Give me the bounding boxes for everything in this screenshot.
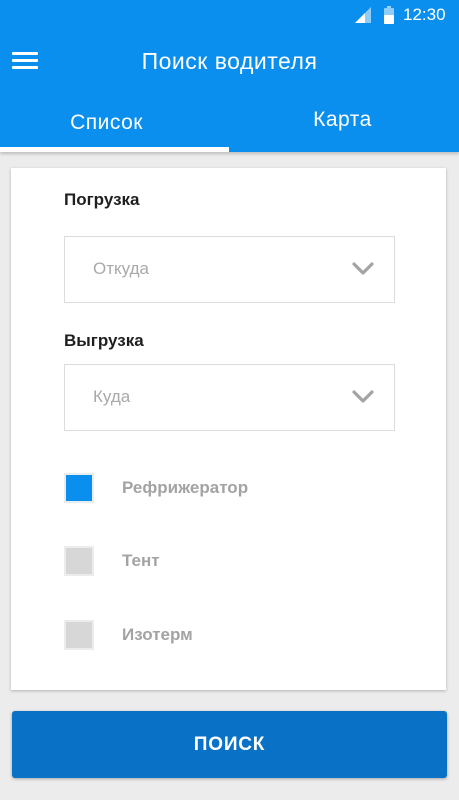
tent-checkbox[interactable] <box>64 546 94 576</box>
isotherm-label: Изотерм <box>122 625 193 644</box>
unloading-label: Выгрузка <box>64 331 144 350</box>
app-bar: Поиск водителя <box>0 30 459 94</box>
tent-label: Тент <box>122 551 160 570</box>
checkbox-row-tent[interactable]: Тент <box>64 546 364 578</box>
loading-select[interactable]: Откуда <box>64 236 395 303</box>
search-button[interactable]: ПОИСК <box>12 711 447 778</box>
tab-map-label: Карта <box>313 108 372 131</box>
search-button-label: ПОИСК <box>193 734 266 755</box>
chevron-down-icon <box>352 262 374 275</box>
loading-label: Погрузка <box>64 190 140 209</box>
tab-bar: Список Карта <box>0 94 459 152</box>
checkbox-row-refrigerator[interactable]: Рефрижератор <box>64 473 364 505</box>
signal-icon <box>355 7 371 23</box>
page-title: Поиск водителя <box>141 48 318 74</box>
battery-icon <box>384 6 394 24</box>
tab-map[interactable]: Карта <box>230 94 459 152</box>
isotherm-checkbox[interactable] <box>64 620 94 650</box>
tab-list-label: Список <box>70 111 143 134</box>
loading-placeholder: Откуда <box>93 259 149 278</box>
refrigerator-label: Рефрижератор <box>122 478 249 497</box>
status-bar: 12:30 <box>0 0 459 30</box>
refrigerator-checkbox[interactable] <box>64 473 94 503</box>
checkbox-row-isotherm[interactable]: Изотерм <box>64 620 364 652</box>
unloading-select[interactable]: Куда <box>64 364 395 431</box>
tab-list[interactable]: Список <box>0 94 229 152</box>
chevron-down-icon <box>352 390 374 403</box>
status-time: 12:30 <box>403 5 446 24</box>
unloading-placeholder: Куда <box>93 387 131 406</box>
search-form-card: Погрузка Откуда Выгрузка Куда Рефрижерат… <box>11 168 446 690</box>
tab-selected-indicator <box>0 147 229 152</box>
